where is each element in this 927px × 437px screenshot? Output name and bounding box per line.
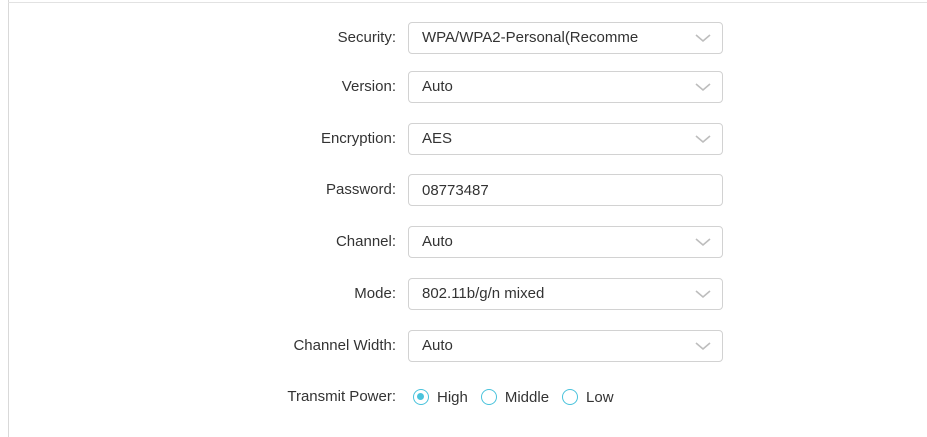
transmit-power-row: Transmit Power: High Middle Low [0, 381, 927, 413]
version-row: Version: Auto [0, 71, 927, 103]
version-select[interactable]: Auto [408, 71, 723, 103]
wireless-settings-panel: Security: WPA/WPA2-Personal(Recomme Vers… [0, 0, 927, 437]
transmit-power-option-low[interactable]: Low [562, 389, 614, 406]
chevron-down-icon [695, 342, 711, 351]
security-select[interactable]: WPA/WPA2-Personal(Recomme [408, 22, 723, 54]
mode-select[interactable]: 802.11b/g/n mixed [408, 278, 723, 310]
radio-checked-icon[interactable] [413, 389, 429, 405]
radio-unchecked-icon[interactable] [480, 389, 497, 405]
panel-top-border [8, 2, 927, 3]
security-row: Security: WPA/WPA2-Personal(Recomme [0, 22, 927, 54]
password-input[interactable] [408, 174, 723, 206]
mode-label: Mode: [354, 285, 396, 302]
channel-select[interactable]: Auto [408, 226, 723, 258]
version-label: Version: [341, 78, 396, 95]
chevron-down-icon [695, 83, 711, 92]
security-selected-value: WPA/WPA2-Personal(Recomme [422, 29, 639, 46]
channel-selected-value: Auto [422, 233, 453, 250]
encryption-row: Encryption: AES [0, 123, 927, 155]
chevron-down-icon [695, 34, 711, 43]
transmit-power-label: Transmit Power: [287, 388, 396, 405]
mode-selected-value: 802.11b/g/n mixed [422, 285, 545, 302]
channel-label: Channel: [335, 233, 396, 250]
encryption-select[interactable]: AES [408, 123, 723, 155]
channel-width-selected-value: Auto [422, 337, 453, 354]
channel-row: Channel: Auto [0, 226, 927, 258]
channel-width-label: Channel Width: [293, 337, 396, 354]
transmit-power-middle-label: Middle [504, 388, 550, 406]
encryption-selected-value: AES [422, 130, 453, 147]
transmit-power-low-label: Low [586, 388, 614, 406]
transmit-power-option-middle[interactable]: Middle [480, 388, 550, 406]
chevron-down-icon [695, 238, 711, 247]
channel-width-row: Channel Width: Auto [0, 330, 927, 362]
transmit-power-option-high[interactable]: High [413, 389, 468, 406]
transmit-power-radio-group: High Middle Low [413, 381, 627, 413]
version-selected-value: Auto [422, 78, 453, 95]
radio-unchecked-icon[interactable] [562, 389, 579, 405]
password-label: Password: [325, 181, 396, 198]
password-row: Password: [0, 174, 927, 206]
channel-width-select[interactable]: Auto [408, 330, 723, 362]
chevron-down-icon [695, 290, 711, 299]
transmit-power-high-label: High [437, 388, 468, 406]
chevron-down-icon [695, 135, 711, 144]
panel-left-border [8, 0, 9, 437]
security-label: Security: [337, 29, 396, 46]
mode-row: Mode: 802.11b/g/n mixed [0, 278, 927, 310]
encryption-label: Encryption: [320, 130, 396, 147]
